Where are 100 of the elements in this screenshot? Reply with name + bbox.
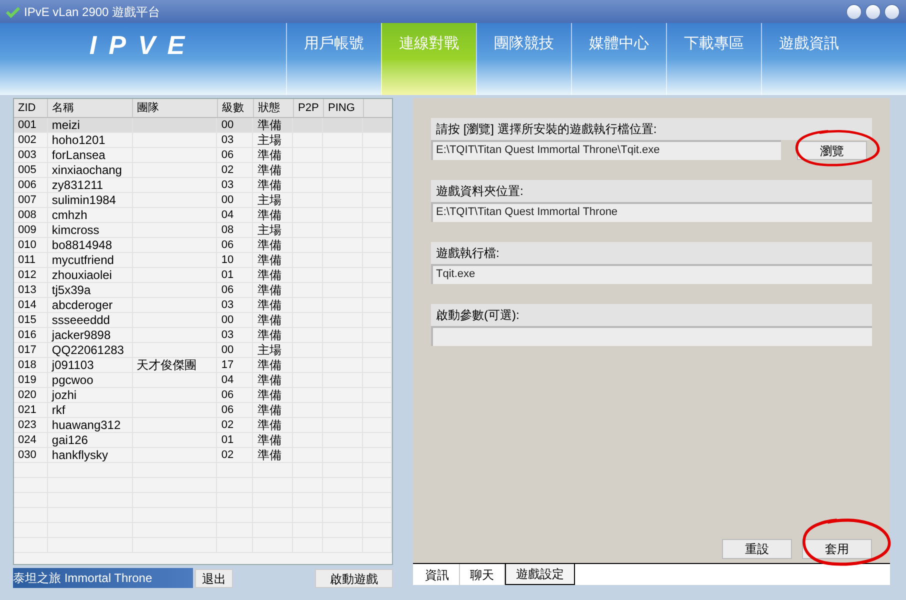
column-header[interactable]: P2P [294,99,324,117]
table-cell: 準備 [257,373,282,387]
table-row[interactable]: 021 rkf 06 準備 [14,403,392,418]
table-row[interactable]: 002 hoho1201 03 主場 [14,133,392,148]
logo: IPVE [89,31,197,59]
launch-params-field[interactable] [431,326,872,346]
table-row[interactable]: 001 meizi 00 準備 [14,118,392,133]
table-row[interactable]: 017 QQ22061283 00 主場 [14,343,392,358]
table-cell: ssseeeddd [52,313,110,327]
table-row[interactable]: 023 huawang312 02 準備 [14,418,392,433]
table-row[interactable]: 011 mycutfriend 10 準備 [14,253,392,268]
panel-tab[interactable]: 資訊 [415,564,460,585]
table-row[interactable]: 005 xinxiaochang 02 準備 [14,163,392,178]
table-cell: 002 [18,134,36,146]
table-cell: 準備 [257,298,282,312]
window-control-button[interactable] [846,4,862,20]
table-cell: 020 [18,389,36,401]
table-cell: 06 [221,149,234,161]
table-cell: 015 [18,314,36,326]
table-cell: 01 [221,434,234,446]
panel-tab[interactable]: 遊戲設定 [505,564,575,585]
window-control-button[interactable] [865,4,881,20]
window-control-button[interactable] [884,4,900,20]
table-cell: 準備 [257,313,282,327]
table-cell: 018 [18,359,36,371]
table-cell: 011 [18,254,36,266]
exe-name-field[interactable]: Tqit.exe [431,264,872,284]
table-cell: zhouxiaolei [52,268,112,282]
table-cell: jacker9898 [52,328,111,342]
table-row[interactable]: 014 abcderoger 03 準備 [14,298,392,313]
table-cell: 00 [221,119,234,131]
table-cell: 024 [18,434,36,446]
table-cell: 03 [221,299,234,311]
exit-button[interactable]: 退出 [195,568,233,588]
table-cell: 012 [18,269,36,281]
table-row[interactable]: 030 hankflysky 02 準備 [14,448,392,463]
table-cell: 準備 [257,148,282,162]
table-cell: 10 [221,254,234,266]
table-cell: 02 [221,419,234,431]
window-title: IPvE vLan 2900 遊戲平台 [24,4,160,20]
table-cell: rkf [52,403,66,417]
table-cell: zy831211 [52,178,104,192]
folder-path-field[interactable]: E:\TQIT\Titan Quest Immortal Throne [431,202,872,222]
table-cell: meizi [52,118,80,132]
launch-game-button[interactable]: 啟動遊戲 [315,568,393,588]
table-cell: 08 [221,224,234,236]
table-row[interactable]: 013 tj5x39a 06 準備 [14,283,392,298]
table-cell: mycutfriend [52,253,114,267]
table-cell: 準備 [257,163,282,177]
table-cell: 準備 [257,283,282,297]
table-cell: bo8814948 [52,238,112,252]
table-cell: 007 [18,194,36,206]
table-cell: gai126 [52,433,88,447]
table-cell: 001 [18,119,36,131]
column-header[interactable]: 團隊 [133,99,218,117]
table-cell: 005 [18,164,36,176]
table-cell: 06 [221,389,234,401]
table-row[interactable]: 024 gai126 01 準備 [14,433,392,448]
table-cell: 準備 [257,208,282,222]
field-label: 遊戲執行檔: [431,242,872,264]
table-row[interactable]: 018 j091103 天才俊傑團 17 準備 [14,358,392,373]
browse-button[interactable]: 瀏覽 [797,140,867,160]
table-cell: 016 [18,329,36,341]
apply-button[interactable]: 套用 [802,539,872,559]
table-row[interactable]: 020 jozhi 06 準備 [14,388,392,403]
table-cell: 00 [221,194,234,206]
reset-button[interactable]: 重設 [722,539,792,559]
column-header[interactable]: ZID [14,99,48,117]
table-cell: tj5x39a [52,283,91,297]
table-row[interactable]: 019 pgcwoo 04 準備 [14,373,392,388]
table-cell: 03 [221,329,234,341]
table-cell: 03 [221,179,234,191]
table-row[interactable]: 015 ssseeeddd 00 準備 [14,313,392,328]
table-cell: cmhzh [52,208,88,222]
column-header[interactable]: 狀態 [254,99,294,117]
table-cell: 準備 [257,328,282,342]
table-cell: 準備 [257,118,282,132]
table-cell: huawang312 [52,418,121,432]
game-select[interactable]: 泰坦之旅 Immortal Throne [13,568,193,588]
table-cell: 主場 [257,223,282,237]
column-header[interactable]: PING [324,99,364,117]
table-cell: 準備 [257,178,282,192]
column-header[interactable]: 名稱 [48,99,133,117]
table-cell: 00 [221,314,234,326]
table-row[interactable]: 009 kimcross 08 主場 [14,223,392,238]
table-row[interactable]: 008 cmhzh 04 準備 [14,208,392,223]
table-row[interactable]: 012 zhouxiaolei 01 準備 [14,268,392,283]
exe-path-field[interactable]: E:\TQIT\Titan Quest Immortal Throne\Tqit.exe [431,140,781,160]
table-cell: 準備 [257,238,282,252]
column-header[interactable]: 級數 [218,99,254,117]
table-cell: 023 [18,419,36,431]
table-cell: 014 [18,299,36,311]
table-cell: 06 [221,284,234,296]
table-row[interactable]: 007 sulimin1984 00 主場 [14,193,392,208]
table-row[interactable]: 003 forLansea 06 準備 [14,148,392,163]
table-row[interactable]: 016 jacker9898 03 準備 [14,328,392,343]
table-cell: 010 [18,239,36,251]
table-row[interactable]: 006 zy831211 03 準備 [14,178,392,193]
table-cell: 02 [221,164,234,176]
table-row[interactable]: 010 bo8814948 06 準備 [14,238,392,253]
